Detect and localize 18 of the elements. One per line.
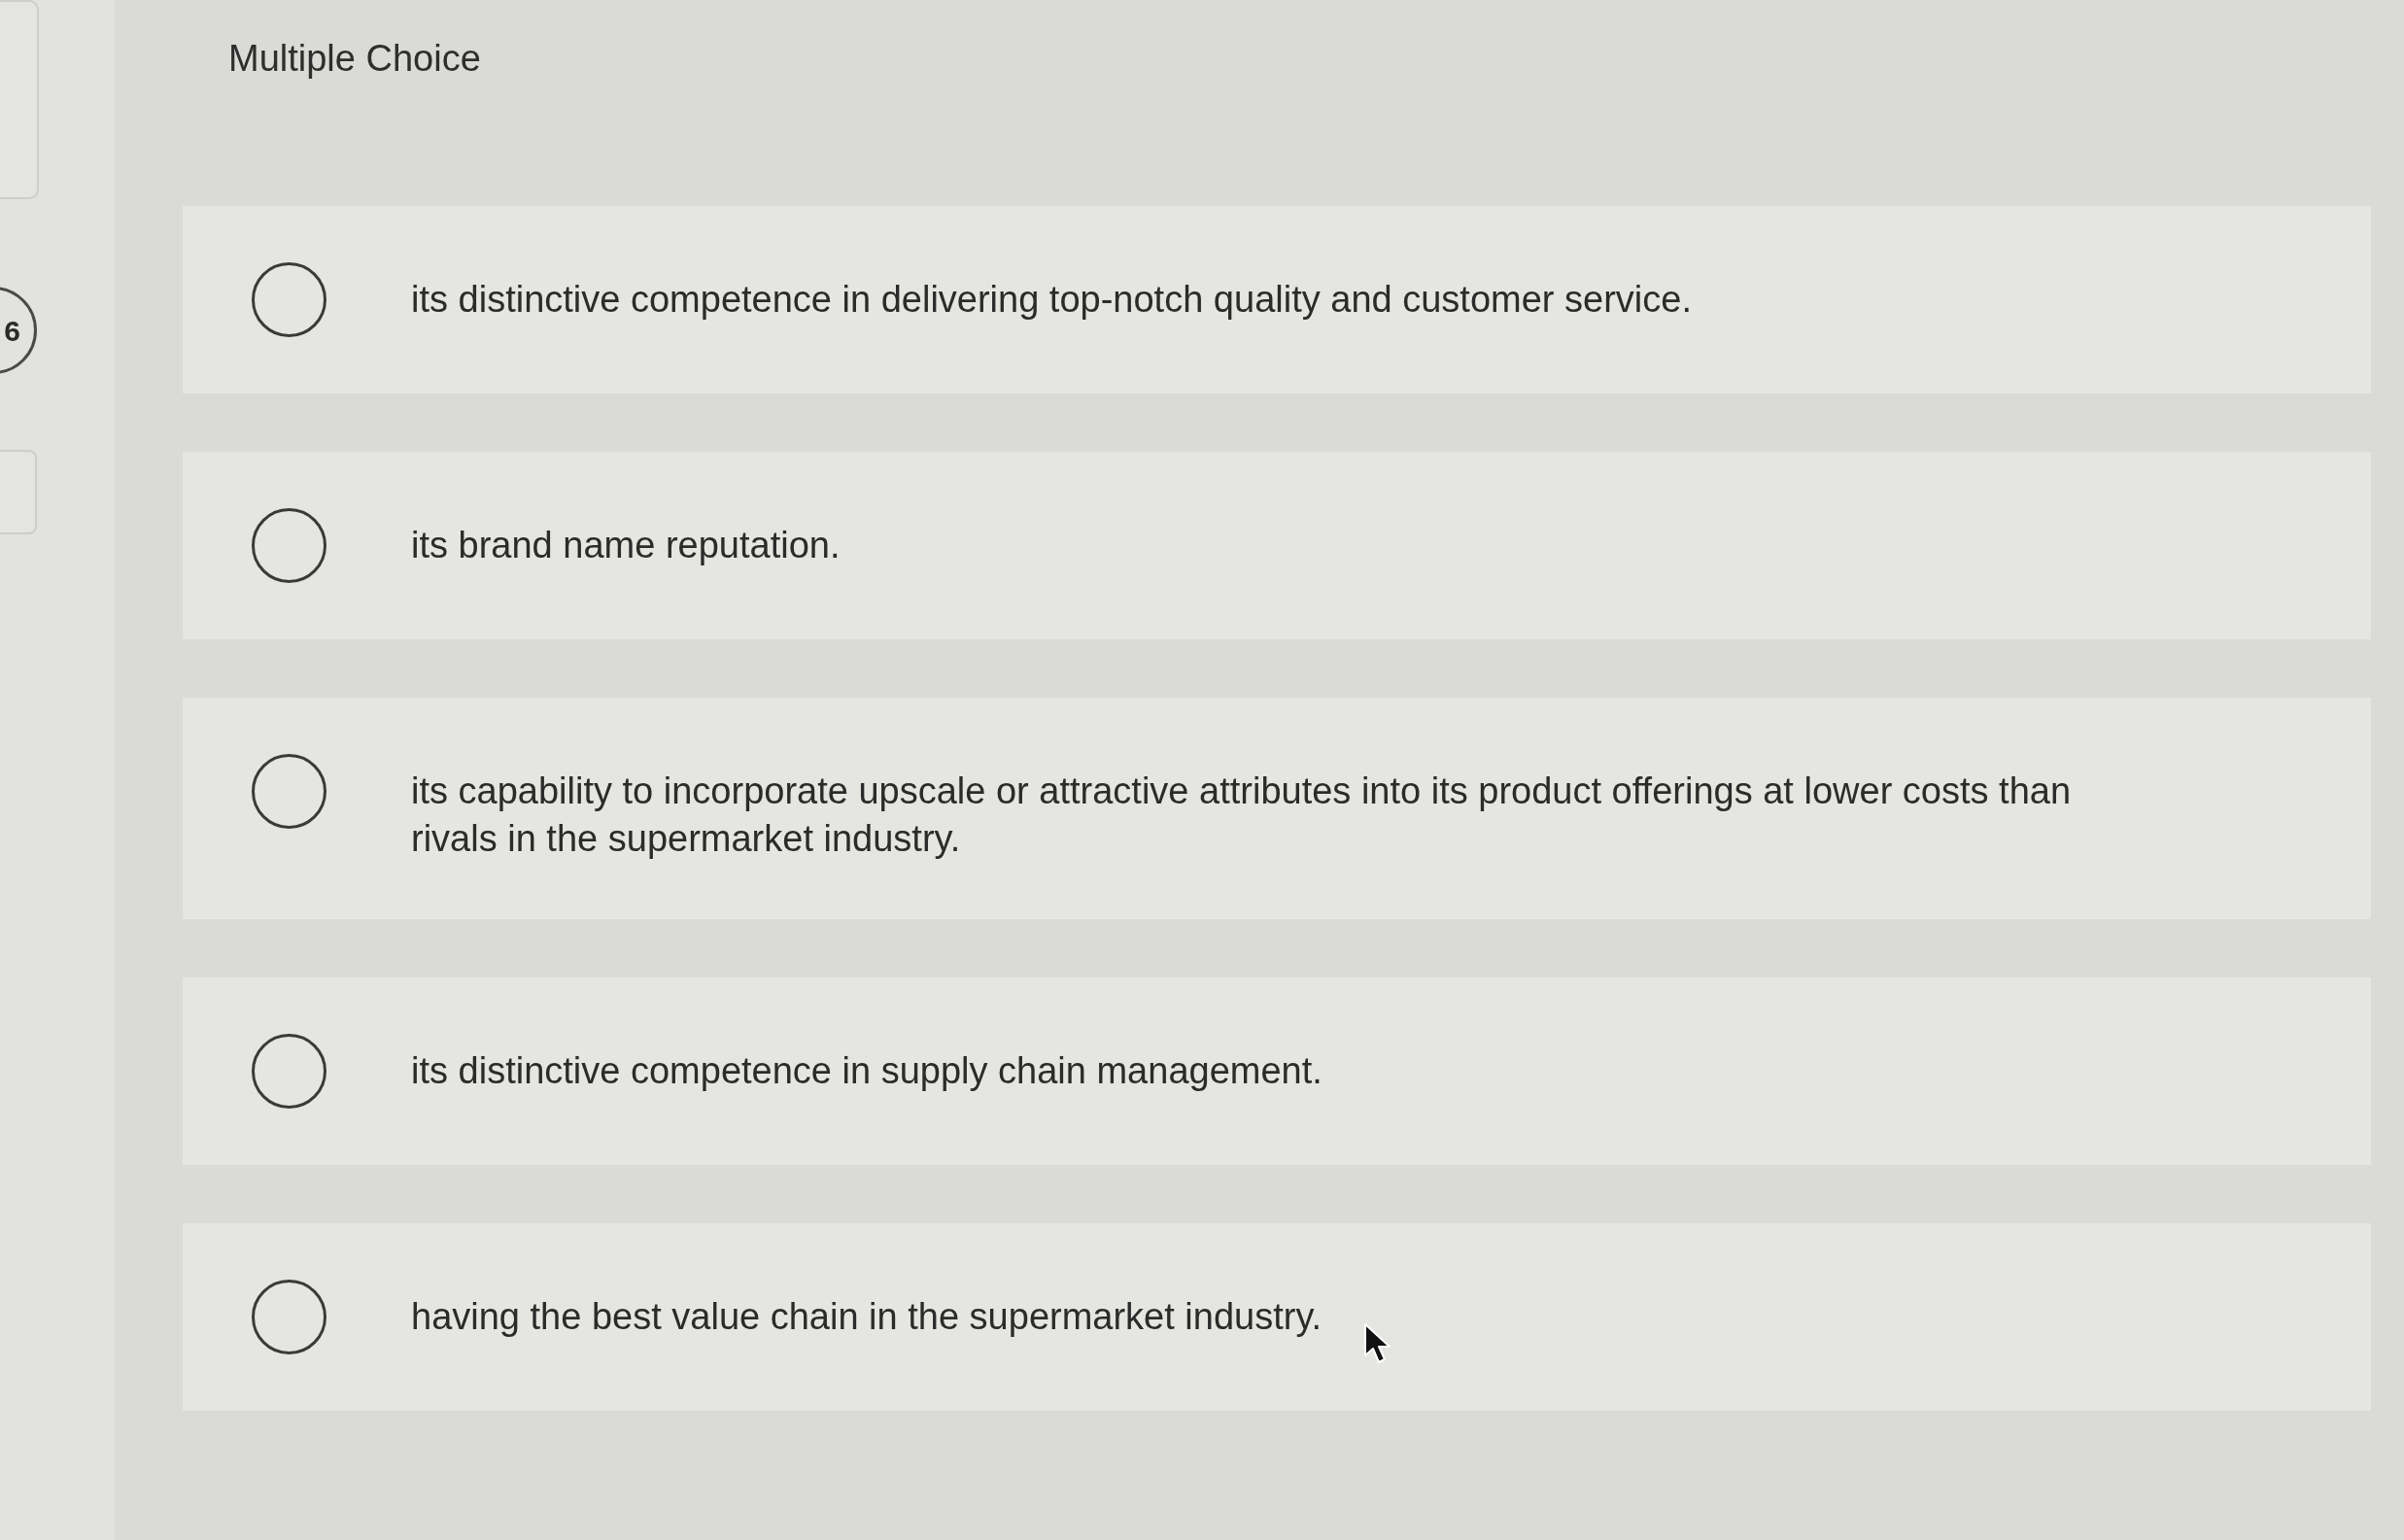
radio-button[interactable]: [252, 1279, 326, 1354]
option-text: its distinctive competence in delivering top-notch quality and customer service.: [411, 277, 1692, 322]
option-text: its capability to incorporate upscale or attractive attributes into its product offerings at lower costs than rivals in the supermarket industry.: [411, 769, 2073, 861]
option-text: having the best value chain in the supermarket industry.: [411, 1294, 1322, 1339]
answer-option-card[interactable]: its distinctive competence in delivering top-notch quality and customer service.: [183, 205, 2371, 394]
answer-option-card[interactable]: having the best value chain in the supermarket industry.: [183, 1222, 2371, 1411]
radio-button[interactable]: [252, 261, 326, 337]
option-text: its brand name reputation.: [411, 523, 841, 567]
radio-button[interactable]: [252, 753, 326, 829]
question-type-heading: Multiple Choice: [228, 37, 481, 81]
mouse-pointer-icon: [1363, 1322, 1392, 1365]
answer-option-card[interactable]: its capability to incorporate upscale or attractive attributes into its product offerings at lower costs than rivals in the supermarket industry.: [183, 697, 2371, 919]
answer-option-card[interactable]: its distinctive competence in supply chain management.: [183, 976, 2371, 1165]
answer-option-card[interactable]: its brand name reputation.: [183, 451, 2371, 639]
radio-button[interactable]: [252, 1033, 326, 1109]
radio-button[interactable]: [252, 507, 326, 583]
option-text: its distinctive competence in supply chain management.: [411, 1048, 1322, 1093]
question-number-badge[interactable]: 6: [0, 287, 37, 374]
